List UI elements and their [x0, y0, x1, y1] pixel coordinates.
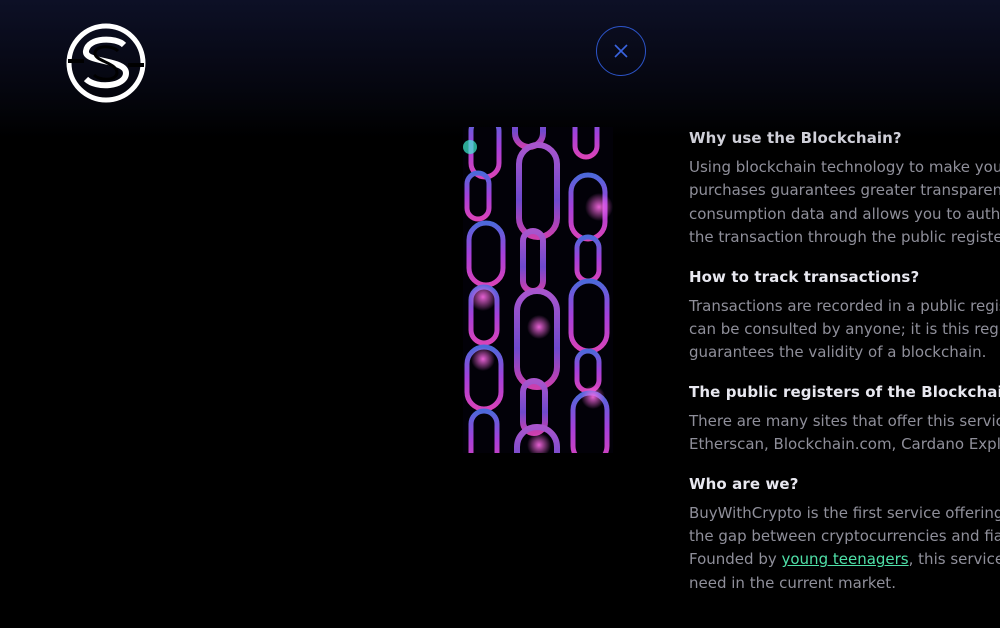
faq-answer: BuyWithCrypto is the first service offer…: [689, 502, 1000, 596]
faq-answer: Using blockchain technology to make you …: [689, 156, 1000, 250]
faq-answer: Transactions are recorded in a public re…: [689, 295, 1000, 365]
young-teenagers-link[interactable]: young teenagers: [782, 550, 909, 568]
founded-suffix: , this service f: [908, 550, 1000, 569]
close-button[interactable]: [596, 26, 646, 76]
founded-prefix: Founded by: [689, 550, 782, 569]
close-x-icon: [614, 44, 628, 58]
faq-item: The public registers of the Blockchain. …: [689, 382, 1000, 457]
answer-line: need in the current market.: [689, 573, 896, 592]
faq-question: How to track transactions?: [689, 267, 920, 286]
answer-line: Etherscan, Blockchain.com, Cardano Explo: [689, 435, 1000, 454]
faq-item: How to track transactions? Transactions …: [689, 267, 1000, 365]
answer-line: the gap between cryptocurrencies and fia…: [689, 527, 1000, 546]
answer-line: the transaction through the public regis…: [689, 228, 1000, 247]
answer-line: There are many sites that offer this ser…: [689, 411, 1000, 430]
answer-line: consumption data and allows you to authe: [689, 204, 1000, 223]
s-coin-logo-icon: [66, 23, 146, 103]
faq-question: Why use the Blockchain?: [689, 129, 902, 147]
answer-line: BuyWithCrypto is the first service offer…: [689, 503, 1000, 522]
answer-line: can be consulted by anyone; it is this r…: [689, 320, 1000, 339]
answer-line: guarantees the validity of a blockchain.: [689, 343, 987, 362]
faq-question: Who are we?: [689, 474, 799, 493]
answer-line: Using blockchain technology to make you: [689, 158, 1000, 176]
faq-section: Why use the Blockchain? Using blockchain…: [689, 128, 1000, 612]
answer-line-founded: Founded by young teenagers, this service…: [689, 548, 1000, 571]
faq-question: The public registers of the Blockchain.: [689, 382, 1000, 401]
faq-item: Who are we? BuyWithCrypto is the first s…: [689, 474, 1000, 596]
faq-item: Why use the Blockchain? Using blockchain…: [689, 128, 1000, 250]
answer-line: Transactions are recorded in a public re…: [689, 296, 1000, 315]
faq-answer: There are many sites that offer this ser…: [689, 410, 1000, 457]
chain-links-illustration: [463, 127, 613, 453]
chain-links-icon: [463, 127, 613, 453]
brand-logo[interactable]: [66, 23, 146, 103]
faq-modal-page: Why use the Blockchain? Using blockchain…: [0, 0, 1000, 628]
answer-line: purchases guarantees greater transparenc: [689, 181, 1000, 200]
